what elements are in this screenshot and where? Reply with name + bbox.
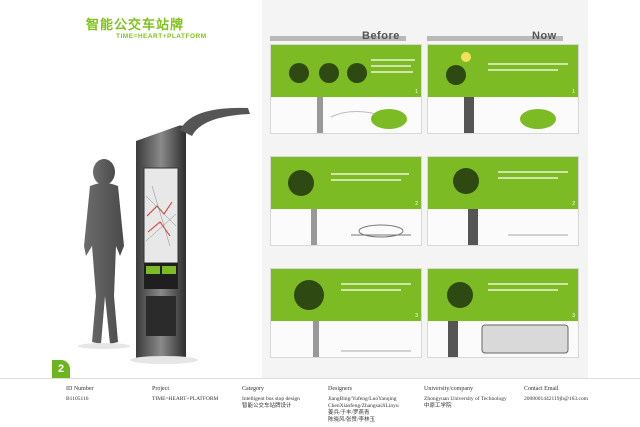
project-block: Project TIME=HEART+PLATFORM (152, 386, 218, 403)
designers-line-3: 姜兵/于丰/罗燕青 (328, 410, 370, 416)
page-subtitle: TIME=HEART+PLATFORM (116, 33, 207, 40)
page-title-zh: 智能公交车站牌 (86, 17, 185, 32)
designers-line-2: ChenXiaofeng/ZhangsaiJiLinyu (328, 403, 399, 409)
category-label: Category (242, 386, 264, 392)
designers-block: Designers JiangBing/Yufeng/LuoYanqing Ch… (328, 386, 399, 424)
before-label: Before (362, 30, 400, 42)
designers-label: Designers (328, 386, 352, 392)
panel-number: 1 (415, 89, 418, 95)
now-panel-3: 3 (427, 268, 579, 358)
university-value-en: Zhongyuan University of Technology (424, 396, 507, 402)
category-block: Category Intelligent bus stop design 智能公… (242, 386, 300, 410)
id-number-label: ID Number (66, 386, 94, 392)
panel-number: 3 (415, 313, 418, 319)
contact-email[interactable]: 2008001442119jb@163.com (524, 396, 588, 403)
now-panel-2: 2 (427, 156, 579, 246)
category-value-en: Intelligent bus stop design (242, 396, 300, 402)
panel-number: 1 (572, 89, 575, 95)
now-panel-1: 1 (427, 44, 579, 134)
contact-label: Contact Email (524, 386, 559, 392)
id-number-block: ID Number B1105116 (66, 386, 94, 403)
contact-block: Contact Email 2008001442119jb@163.com (524, 386, 588, 403)
university-label: University/company (424, 386, 473, 392)
person-silhouette (84, 159, 124, 344)
now-label: Now (532, 30, 557, 42)
bus-stop-render (78, 107, 250, 364)
before-panel-3: 3 (270, 268, 422, 358)
project-label: Project (152, 386, 169, 392)
designers-line-4: 陈晓风/张赞/李林玉 (328, 417, 376, 423)
before-panel-2: 2 (270, 156, 422, 246)
id-number-value: B1105116 (66, 396, 89, 402)
panel-number: 3 (572, 313, 575, 319)
kiosk-render (136, 107, 250, 358)
category-value-zh: 智能公交车站牌设计 (242, 403, 292, 409)
info-bar: ID Number B1105116 Project TIME=HEART+PL… (0, 378, 640, 427)
university-value-zh: 中原工学院 (424, 403, 452, 409)
project-value: TIME=HEART+PLATFORM (152, 396, 219, 402)
designers-line-1: JiangBing/Yufeng/LuoYanqing (328, 396, 397, 402)
panel-number: 2 (415, 201, 418, 207)
before-panel-1: 1 (270, 44, 422, 134)
panel-number: 2 (572, 201, 575, 207)
page-number-badge: 2 (52, 360, 70, 378)
university-block: University/company Zhongyuan University … (424, 386, 507, 410)
